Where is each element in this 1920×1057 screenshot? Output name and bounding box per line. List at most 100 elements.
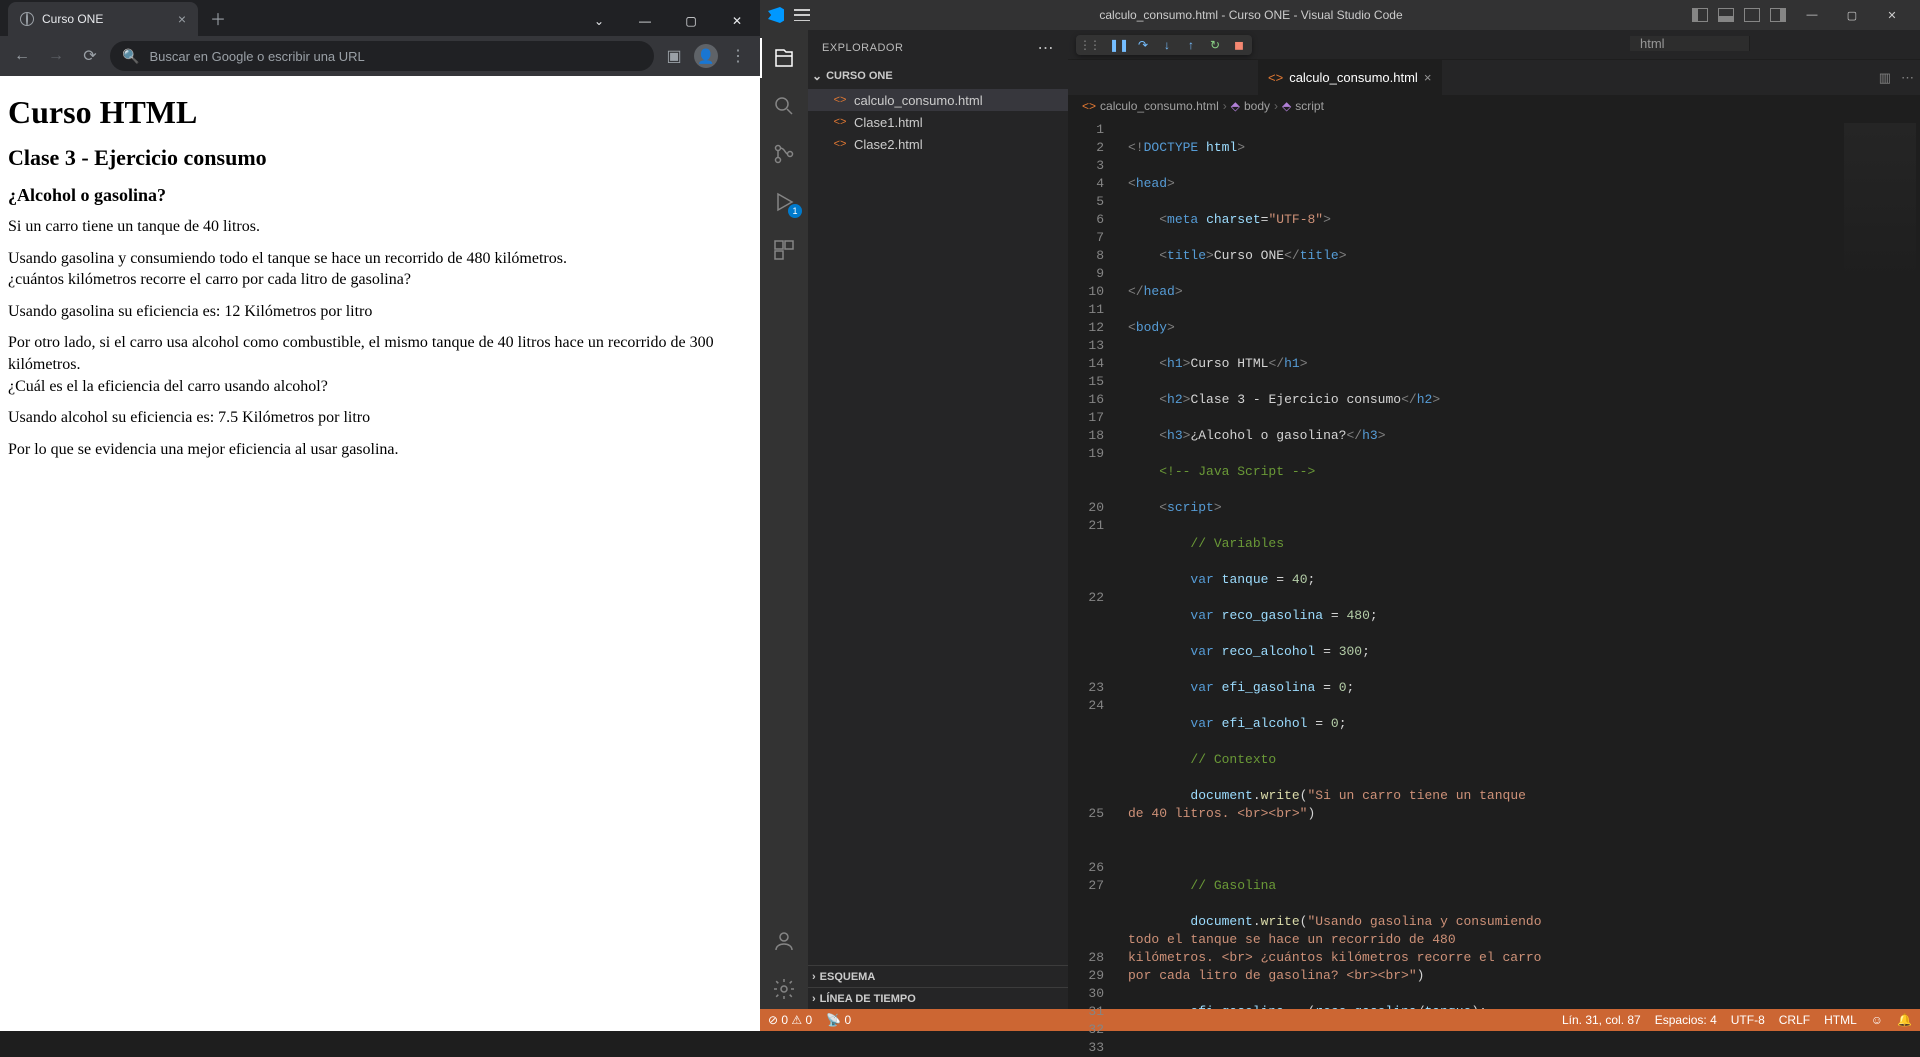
line-gutter: 1234567891011121314151617181920212223242…: [1068, 117, 1118, 1009]
toggle-panel-icon[interactable]: [1718, 8, 1734, 22]
status-encoding[interactable]: UTF-8: [1731, 1013, 1765, 1027]
chevron-down-icon[interactable]: ⌄: [576, 6, 622, 36]
chevron-right-icon: ›: [812, 993, 816, 1005]
toggle-sidebar-icon[interactable]: [1692, 8, 1708, 22]
run-debug-icon[interactable]: 1: [760, 182, 808, 222]
page-p3: Usando gasolina su eficiencia es: 12 Kil…: [8, 301, 752, 323]
more-actions-icon[interactable]: ⋯: [1038, 38, 1055, 58]
minimize-icon[interactable]: —: [1792, 0, 1832, 30]
vscode-logo-icon: [768, 7, 784, 23]
close-tab-icon[interactable]: ×: [1424, 70, 1432, 85]
forward-button[interactable]: →: [42, 42, 70, 70]
menu-icon[interactable]: ⋮: [724, 42, 752, 70]
explorer-sidebar: EXPLORADOR ⋯ ⌄ CURSO ONE <>calculo_consu…: [808, 30, 1068, 1009]
editor-tab-hidden[interactable]: html: [1630, 36, 1750, 51]
timeline-section[interactable]: ›LÍNEA DE TIEMPO: [808, 987, 1068, 1009]
stop-icon[interactable]: ◼: [1232, 38, 1246, 52]
account-icon[interactable]: [760, 921, 808, 961]
customize-layout-icon[interactable]: [1770, 8, 1786, 22]
minimap[interactable]: [1840, 117, 1920, 1009]
drag-handle-icon[interactable]: ⋮⋮: [1082, 38, 1096, 52]
browser-tab[interactable]: Curso ONE ×: [8, 2, 198, 36]
step-out-icon[interactable]: ↑: [1184, 38, 1198, 52]
chevron-right-icon: ›: [812, 971, 816, 983]
folder-header[interactable]: ⌄ CURSO ONE: [808, 65, 1068, 87]
chrome-window: Curso ONE × ＋ ⌄ — ▢ ✕ ← → ⟳ 🔍 Buscar en …: [0, 0, 760, 1031]
page-p6: Por lo que se evidencia una mejor eficie…: [8, 439, 752, 461]
activity-bar: 1: [760, 30, 808, 1009]
install-icon[interactable]: ▣: [660, 42, 688, 70]
page-p1: Si un carro tiene un tanque de 40 litros…: [8, 216, 752, 238]
debug-badge: 1: [788, 204, 802, 218]
close-icon[interactable]: ✕: [1872, 0, 1912, 30]
element-icon: ⬘: [1282, 99, 1291, 113]
toggle-secondary-icon[interactable]: [1744, 8, 1760, 22]
tab-title: Curso ONE: [42, 12, 170, 26]
feedback-icon[interactable]: ☺: [1871, 1013, 1883, 1027]
chevron-down-icon: ⌄: [812, 69, 822, 83]
omnibox[interactable]: 🔍 Buscar en Google o escribir una URL: [110, 41, 654, 71]
page-p4: Por otro lado, si el carro usa alcohol c…: [8, 332, 752, 397]
page-p5: Usando alcohol su eficiencia es: 7.5 Kil…: [8, 407, 752, 429]
page-h1: Curso HTML: [8, 94, 752, 131]
chrome-toolbar: ← → ⟳ 🔍 Buscar en Google o escribir una …: [0, 36, 760, 76]
omnibox-placeholder: Buscar en Google o escribir una URL: [149, 49, 364, 64]
explorer-header: EXPLORADOR ⋯: [808, 30, 1068, 65]
editor-actions: ▥ ⋯: [1879, 60, 1914, 95]
file-item[interactable]: <>Clase2.html: [808, 133, 1068, 155]
step-over-icon[interactable]: ↷: [1136, 38, 1150, 52]
folder-name: CURSO ONE: [826, 70, 893, 82]
pause-icon[interactable]: ❚❚: [1112, 38, 1126, 52]
vscode-window: calculo_consumo.html - Curso ONE - Visua…: [760, 0, 1920, 1031]
split-editor-icon[interactable]: ▥: [1879, 70, 1891, 86]
status-spaces[interactable]: Espacios: 4: [1655, 1013, 1717, 1027]
minimize-icon[interactable]: —: [622, 6, 668, 36]
step-into-icon[interactable]: ↓: [1160, 38, 1174, 52]
extensions-icon[interactable]: [760, 230, 808, 270]
editor-tab-active[interactable]: <> calculo_consumo.html ×: [1258, 60, 1442, 95]
maximize-icon[interactable]: ▢: [1832, 0, 1872, 30]
code-content[interactable]: <!DOCTYPE html> <head> <meta charset="UT…: [1118, 117, 1840, 1009]
window-title: calculo_consumo.html - Curso ONE - Visua…: [810, 8, 1692, 22]
page-h2: Clase 3 - Ejercicio consumo: [8, 145, 752, 171]
status-cursor[interactable]: Lín. 31, col. 87: [1562, 1013, 1641, 1027]
explorer-icon[interactable]: [760, 38, 808, 78]
element-icon: ⬘: [1231, 99, 1240, 113]
reload-button[interactable]: ⟳: [76, 42, 104, 70]
html-file-icon: <>: [832, 92, 848, 108]
hamburger-menu-icon[interactable]: [794, 9, 810, 21]
notifications-icon[interactable]: 🔔: [1897, 1013, 1912, 1027]
status-errors[interactable]: ⊘ 0 ⚠ 0: [768, 1013, 812, 1027]
restart-icon[interactable]: ↻: [1208, 38, 1222, 52]
status-eol[interactable]: CRLF: [1779, 1013, 1810, 1027]
outline-section[interactable]: ›ESQUEMA: [808, 965, 1068, 987]
maximize-icon[interactable]: ▢: [668, 6, 714, 36]
layout-controls: [1692, 8, 1786, 22]
profile-avatar[interactable]: 👤: [694, 44, 718, 68]
breadcrumb[interactable]: <> calculo_consumo.html › ⬘ body › ⬘ scr…: [1068, 95, 1920, 117]
vscode-titlebar: calculo_consumo.html - Curso ONE - Visua…: [760, 0, 1920, 30]
explorer-label: EXPLORADOR: [822, 42, 903, 54]
code-editor[interactable]: 1234567891011121314151617181920212223242…: [1068, 117, 1920, 1009]
page-h3: ¿Alcohol o gasolina?: [8, 185, 752, 206]
chrome-window-controls: ⌄ — ▢ ✕: [576, 6, 760, 36]
close-tab-icon[interactable]: ×: [178, 11, 186, 27]
close-icon[interactable]: ✕: [714, 6, 760, 36]
more-icon[interactable]: ⋯: [1901, 70, 1914, 86]
back-button[interactable]: ←: [8, 42, 36, 70]
html-file-icon: <>: [832, 136, 848, 152]
vscode-body: 1 EXPLORADOR ⋯ ⌄ CURSO ONE <>calculo_con…: [760, 30, 1920, 1009]
tab-label: calculo_consumo.html: [1289, 70, 1418, 85]
status-language[interactable]: HTML: [1824, 1013, 1857, 1027]
status-ports[interactable]: 📡 0: [826, 1013, 851, 1027]
vscode-window-controls: — ▢ ✕: [1792, 0, 1912, 30]
debug-toolbar: ⋮⋮ ❚❚ ↷ ↓ ↑ ↻ ◼ html: [1068, 30, 1920, 60]
settings-gear-icon[interactable]: [760, 969, 808, 1009]
search-icon: 🔍: [122, 48, 139, 65]
source-control-icon[interactable]: [760, 134, 808, 174]
search-icon[interactable]: [760, 86, 808, 126]
file-item[interactable]: <>calculo_consumo.html: [808, 89, 1068, 111]
new-tab-button[interactable]: ＋: [204, 6, 232, 30]
globe-icon: [20, 12, 34, 26]
file-item[interactable]: <>Clase1.html: [808, 111, 1068, 133]
